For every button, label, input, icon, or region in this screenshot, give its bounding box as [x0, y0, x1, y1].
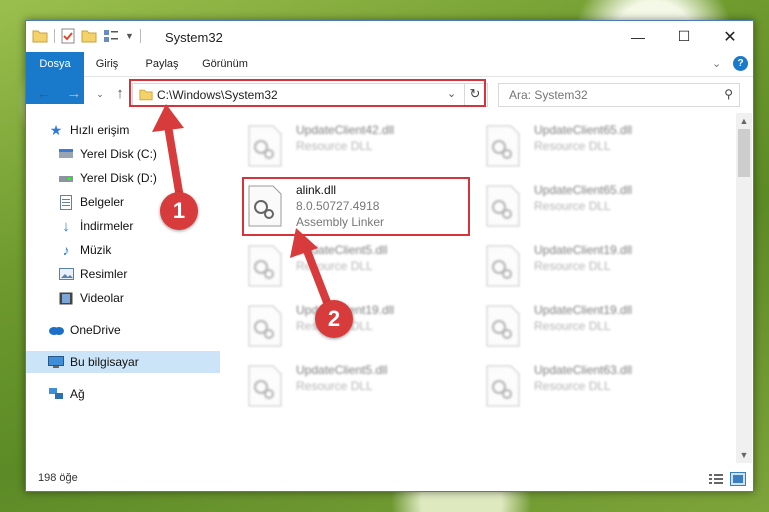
arrow-1 [164, 122, 184, 202]
arrow-head-1 [152, 104, 184, 132]
annotation-arrows [152, 104, 334, 314]
step-badge-1: 1 [160, 192, 198, 230]
step-badge-2: 2 [315, 300, 353, 338]
